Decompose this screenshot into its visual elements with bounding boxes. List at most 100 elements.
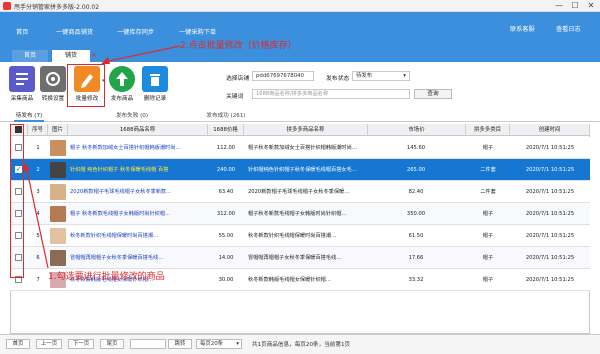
maximize-button[interactable]: ☐ — [568, 1, 582, 11]
menu-purchase-order[interactable]: 一键采购下单 — [179, 27, 216, 36]
product-thumbnail[interactable] — [50, 162, 66, 178]
publish-status-select[interactable]: 待发布 ▾ — [352, 71, 410, 81]
convert-settings-button[interactable] — [40, 66, 66, 92]
tab-distribute[interactable]: 铺货 — [52, 50, 90, 62]
pdd-category: 二件套 — [480, 189, 496, 195]
product-thumbnail[interactable] — [50, 140, 66, 156]
pdd-category: 二件套 — [480, 167, 496, 173]
column-header[interactable]: 1688价格 — [208, 124, 244, 136]
product-name-pdd: 针织帽纯色针织帽子秋冬保暖毛线帽百搭女毛… — [248, 167, 357, 173]
price-1688: 63.40 — [218, 189, 234, 195]
product-name-pdd: 秋冬新款韩版毛线帽女保暖针织帽… — [248, 277, 332, 283]
menu-stock-sync[interactable]: 一键库存同步 — [117, 27, 154, 36]
price-1688: 55.00 — [218, 233, 234, 239]
product-thumbnail[interactable] — [50, 184, 66, 200]
pdd-category: 帽子 — [482, 255, 494, 261]
app-logo-icon — [3, 2, 11, 10]
product-name-1688[interactable]: 帽子 秋冬新款毛线帽子女韩版时尚针织帽… — [70, 203, 206, 225]
title-bar: 甩手分销管家拼多多版-2.00.02 — ☐ ✕ — [0, 0, 600, 12]
created-time: 2020/7/1 10:51:25 — [525, 189, 575, 195]
product-thumbnail[interactable] — [50, 206, 66, 222]
convert-settings-label: 转换设置 — [41, 96, 65, 102]
per-page-select[interactable]: 每页20条 ▾ — [196, 339, 242, 349]
last-page-button[interactable]: 尾页 — [100, 339, 124, 349]
delete-record-button[interactable] — [142, 66, 168, 92]
created-time: 2020/7/1 10:51:25 — [525, 277, 575, 283]
column-header[interactable]: 拼多多类目 — [466, 124, 510, 136]
created-time: 2020/7/1 10:51:25 — [525, 255, 575, 261]
price-1688: 240.00 — [216, 167, 236, 173]
market-price: 17.66 — [408, 255, 424, 261]
column-header[interactable]: 图片 — [48, 124, 68, 136]
jump-button[interactable]: 跳转 — [168, 339, 192, 349]
delete-record-label: 删除记录 — [143, 96, 167, 102]
publish-product-button[interactable] — [109, 66, 135, 92]
store-select[interactable]: pdd67697678040 — [252, 71, 314, 81]
row-index: 7 — [36, 277, 40, 283]
price-1688: 14.00 — [218, 255, 234, 261]
chevron-down-icon: ▾ — [403, 73, 406, 79]
step1-arrow-icon — [23, 162, 49, 269]
subtab-success[interactable]: 发布成功 (261) — [200, 110, 252, 122]
next-page-button[interactable]: 下一页 — [68, 339, 94, 349]
market-price: 145.60 — [406, 145, 426, 151]
step2-arrow-icon — [101, 45, 181, 64]
column-header[interactable]: 市场价 — [368, 124, 466, 136]
tab-close-icon[interactable]: × — [91, 51, 97, 59]
step2-annotation: 2.点击批量修改（价格库存） — [180, 41, 297, 51]
created-time: 2020/7/1 10:51:25 — [525, 211, 575, 217]
tab-strip — [0, 50, 600, 62]
product-thumbnail[interactable] — [50, 228, 66, 244]
price-1688: 112.00 — [216, 145, 236, 151]
collect-product-button[interactable] — [9, 66, 35, 92]
product-name-1688[interactable]: 2020新款帽子毛球毛线帽子女秋冬季新款… — [70, 181, 206, 203]
window-title: 甩手分销管家拼多多版-2.00.02 — [14, 4, 100, 11]
product-name-pdd: 秋冬新款针织毛线帽保暖时尚百搭潮… — [248, 233, 337, 239]
subtab-failed[interactable]: 发布失败 (0) — [110, 110, 154, 122]
first-page-button[interactable]: 首页 — [6, 339, 30, 349]
column-header[interactable]: 创建时间 — [510, 124, 590, 136]
prev-page-button[interactable]: 上一页 — [36, 339, 62, 349]
keyword-placeholder: 1688商品名称/拼多多商品名称 — [256, 91, 329, 97]
market-price: 61.50 — [408, 233, 424, 239]
product-name-pdd: 冒帽帽再帽帽子女秋冬季保暖百搭毛线… — [248, 255, 342, 261]
market-price: 33.32 — [408, 277, 424, 283]
market-price: 350.00 — [406, 211, 426, 217]
view-log-link[interactable]: 查看日志 — [556, 24, 581, 33]
menu-home[interactable]: 首页 — [16, 27, 28, 36]
settings-icon — [46, 72, 60, 86]
trash-icon — [150, 74, 160, 86]
product-name-1688[interactable]: 冒帽帽再帽帽子女秋冬季保暖百搭毛线… — [70, 247, 206, 269]
pdd-category: 帽子 — [482, 145, 494, 151]
pager-info: 共1页商品信息，每页20条，当前第1页 — [252, 342, 351, 348]
close-button[interactable]: ✕ — [584, 1, 598, 11]
status-subtabs — [0, 108, 600, 122]
product-thumbnail[interactable] — [50, 250, 66, 266]
column-header[interactable]: 1688商品名称 — [68, 124, 208, 136]
price-1688: 312.00 — [216, 211, 236, 217]
search-button[interactable]: 查询 — [414, 89, 452, 99]
column-header[interactable]: 拼多多商品名称 — [244, 124, 368, 136]
collect-icon — [16, 73, 28, 85]
pdd-category: 帽子 — [482, 277, 494, 283]
minimize-button[interactable]: — — [552, 1, 566, 11]
step1-annotation: 1.勾选要进行批量修改的商品 — [48, 272, 165, 282]
keyword-input[interactable]: 1688商品名称/拼多多商品名称 — [252, 89, 410, 99]
product-name-pdd: 2020新款帽子毛球毛线帽子女秋冬季保暖… — [248, 189, 350, 195]
upload-icon — [116, 72, 128, 86]
product-name-1688[interactable]: 针织帽 纯色针织帽子 秋冬保暖毛线帽 百搭 — [70, 159, 206, 181]
chevron-down-icon: ▾ — [236, 341, 239, 347]
contact-support-link[interactable]: 联系客服 — [510, 24, 535, 33]
market-price: 82.40 — [408, 189, 424, 195]
per-page-value: 每页20条 — [200, 341, 224, 347]
subtab-pending[interactable]: 待发布 (7) — [14, 110, 44, 122]
product-name-1688[interactable]: 帽子 秋冬新款加绒女士百搭针织帽韩版潮时尚… — [70, 137, 206, 159]
column-header[interactable]: 序号 — [28, 124, 48, 136]
menu-product-distribute[interactable]: 一键商品铺货 — [56, 27, 93, 36]
page-number-input[interactable] — [130, 339, 166, 349]
product-name-pdd: 帽子秋冬新款加绒女士百搭针织帽韩版潮时尚… — [248, 145, 357, 151]
product-name-1688[interactable]: 秋冬新款针织毛线帽保暖时尚百搭潮… — [70, 225, 206, 247]
keyword-label: 关键词 — [226, 94, 244, 100]
batch-edit-highlight — [67, 64, 105, 107]
tab-home[interactable]: 首页 — [12, 50, 48, 62]
